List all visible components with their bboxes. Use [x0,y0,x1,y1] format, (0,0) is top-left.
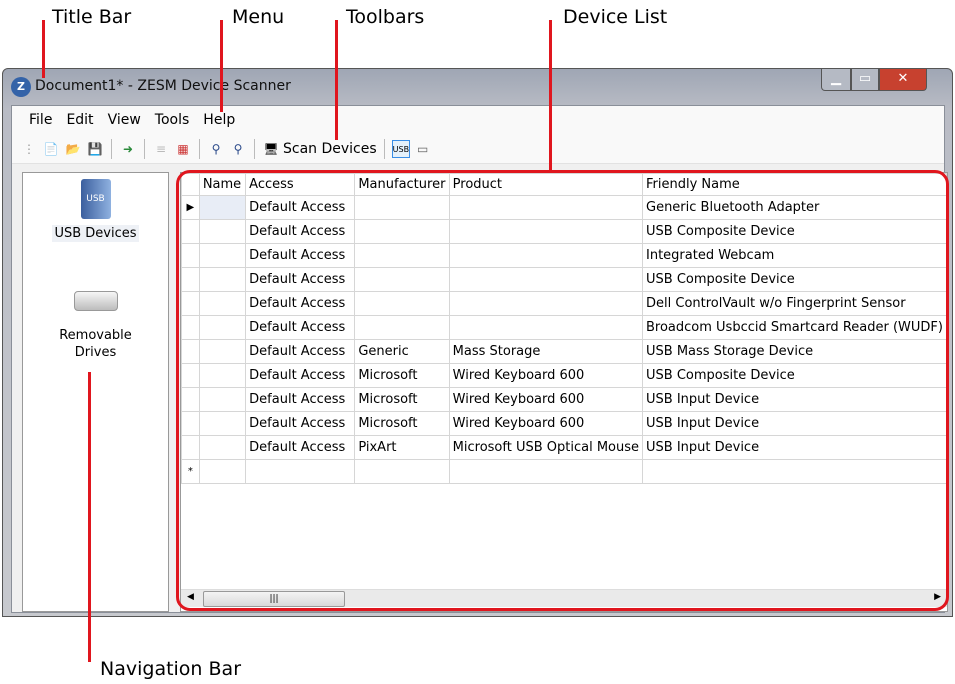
annotation-device-list-outline [176,170,949,611]
usb-view-icon[interactable]: USB [391,139,410,158]
toolbar: ⋮ 📄 📂 💾 ➜ ≡ ▦ ⚲ ⚲ 🖥 Scan Devices USB ▭ [12,134,944,164]
separator [383,138,385,159]
annotation-toolbars: Toolbars [346,6,425,28]
minimize-button[interactable]: ▁ [821,69,851,91]
grip-icon: ⋮ [23,141,35,156]
export-icon[interactable]: ➜ [119,140,137,158]
annotation-line [549,20,552,172]
menu-bar: File Edit View Tools Help [12,106,944,134]
navigation-bar: USB USB Devices Removable Drives [22,172,169,612]
menu-view[interactable]: View [105,106,150,134]
drive-view-icon[interactable]: ▭ [414,140,432,158]
scan-devices-button[interactable]: 🖥 Scan Devices [262,140,377,158]
save-icon[interactable]: 💾 [86,140,104,158]
annotation-navigation-bar: Navigation Bar [100,658,242,680]
find-next-icon[interactable]: ⚲ [229,140,247,158]
annotation-device-list: Device List [563,6,668,28]
nav-removable-drives[interactable]: Removable Drives [23,291,168,361]
nav-usb-devices[interactable]: USB USB Devices [23,179,168,242]
find-icon[interactable]: ⚲ [207,140,225,158]
annotation-menu: Menu [232,6,285,28]
delete-table-icon[interactable]: ▦ [174,140,192,158]
separator [254,138,255,159]
usb-device-icon: USB [80,179,111,219]
menu-edit[interactable]: Edit [63,106,102,134]
close-button[interactable]: ✕ [879,69,927,91]
new-document-icon[interactable]: 📄 [42,140,60,158]
delete-row-icon[interactable]: ≡ [152,140,170,158]
scan-devices-label: Scan Devices [283,140,377,157]
annotation-line [42,20,45,78]
nav-removable-drives-label: Removable Drives [59,328,132,360]
nav-usb-devices-label: USB Devices [52,225,139,242]
menu-file[interactable]: File [26,106,61,134]
scan-icon: 🖥 [263,141,279,156]
annotation-line [220,20,223,112]
removable-drive-icon [73,291,118,311]
app-icon: Z [11,77,31,97]
menu-tools[interactable]: Tools [152,106,199,134]
annotation-title-bar: Title Bar [52,6,132,28]
separator [111,138,112,159]
maximize-button[interactable]: ▭ [851,69,879,91]
annotation-line [335,20,338,140]
separator [144,138,145,159]
window-title: Document1* - ZESM Device Scanner [35,78,291,94]
open-folder-icon[interactable]: 📂 [64,140,82,158]
separator [199,138,200,159]
annotation-line [88,372,91,662]
